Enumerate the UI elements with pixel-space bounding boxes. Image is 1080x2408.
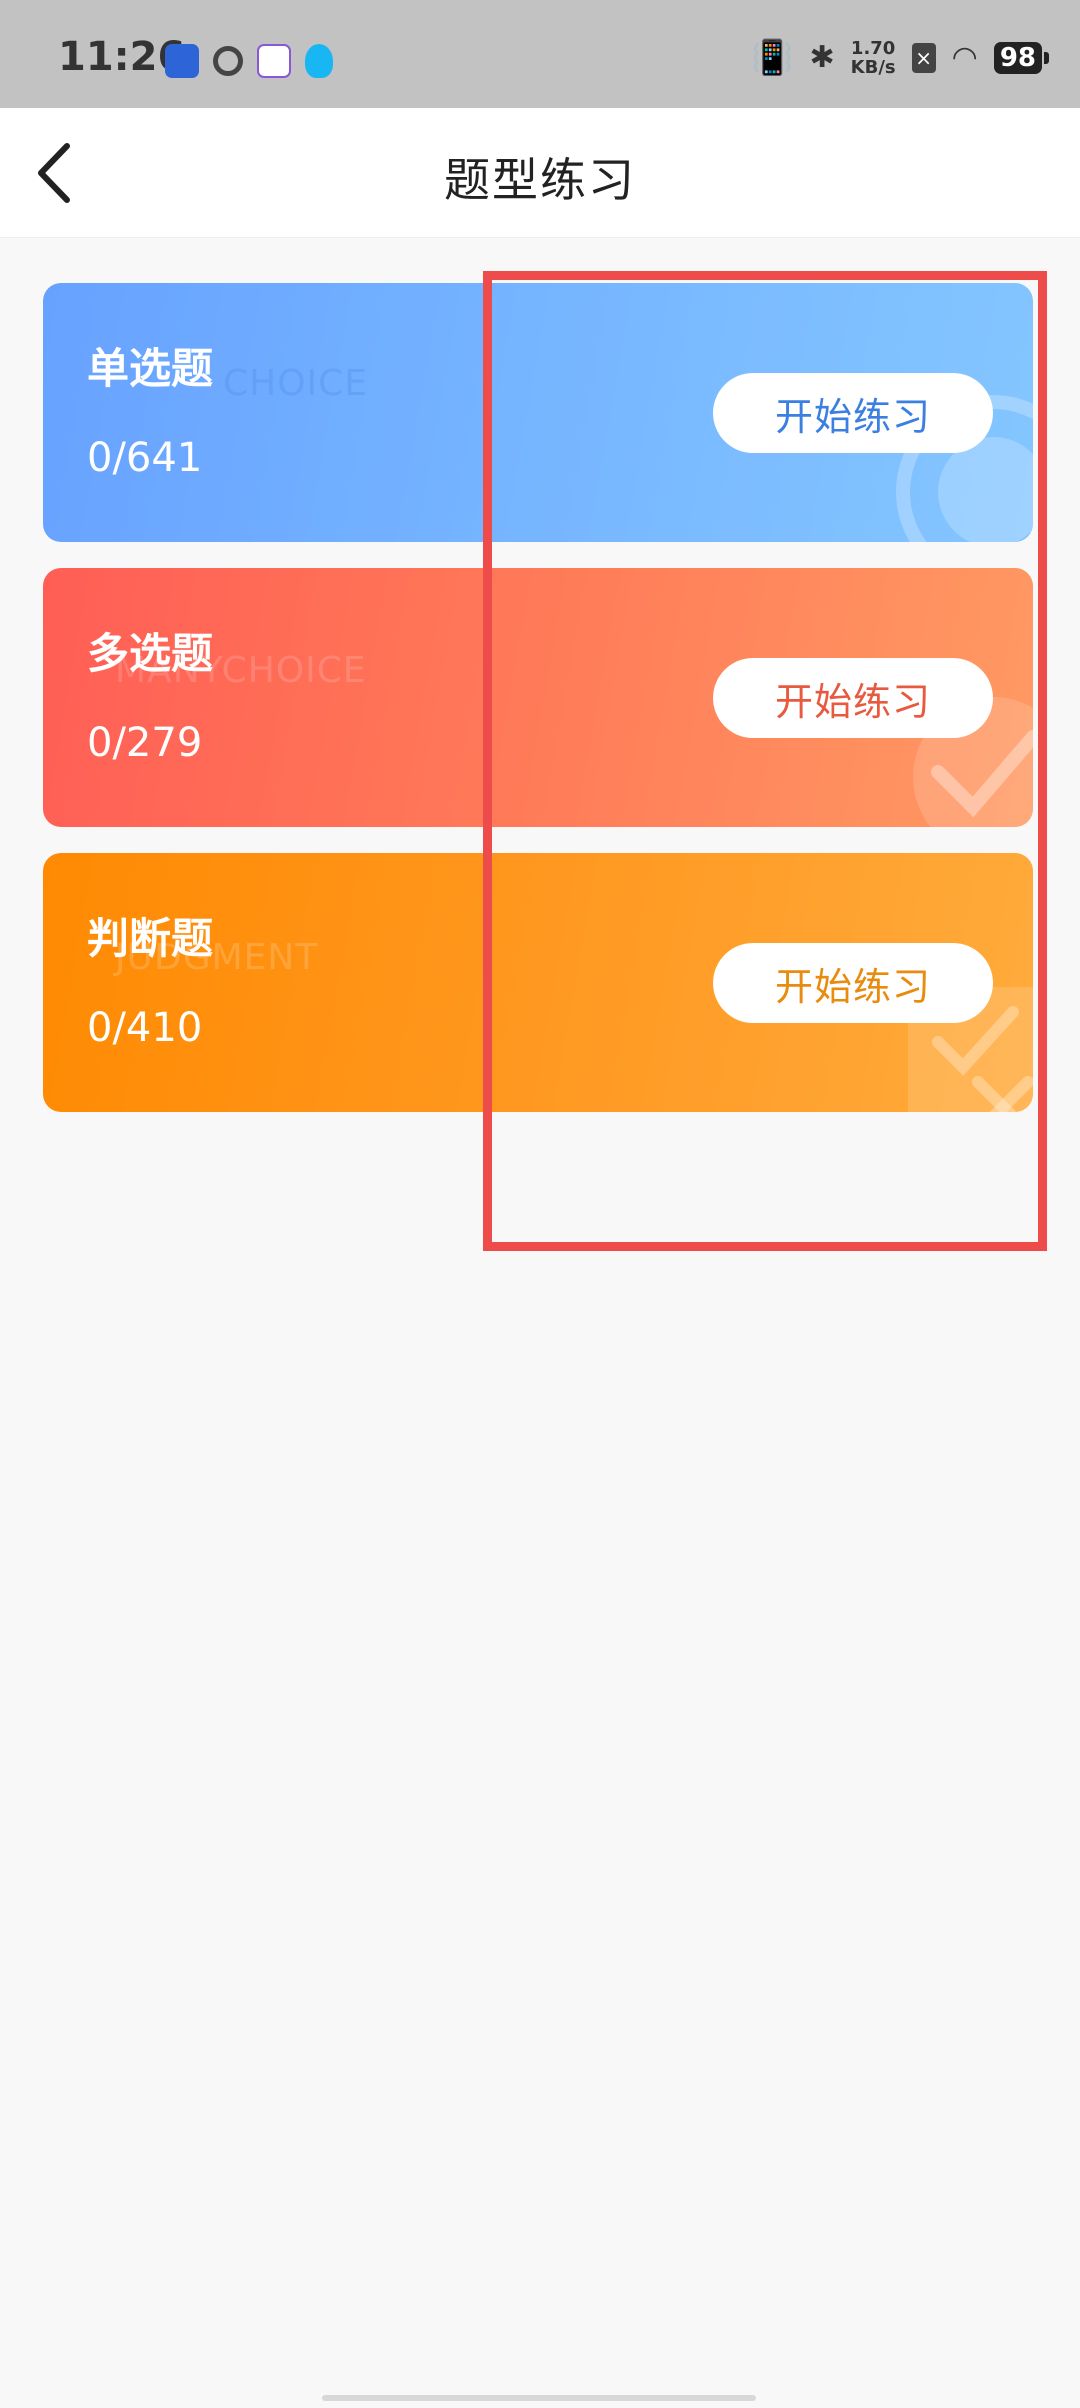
app-notification-icon <box>165 44 199 78</box>
qq-notification-icon <box>305 44 333 78</box>
highlight-annotation-box <box>483 271 1047 1251</box>
system-status-icons: 📳 ✱ 1.70 KB/s × ◠ 98 <box>751 38 1050 78</box>
page-title: 题型练习 <box>444 153 636 207</box>
status-bar: 11:26 📳 ✱ 1.70 KB/s × ◠ 98 <box>0 0 1080 108</box>
card-watermark: CHOICE <box>223 363 369 404</box>
app-notification-icon <box>213 46 243 76</box>
no-sim-icon: × <box>911 43 936 73</box>
top-nav-bar: 题型练习 <box>0 108 1080 238</box>
bluetooth-icon: ✱ <box>809 40 835 75</box>
card-title: 多选题 <box>87 629 214 678</box>
app-notification-icon <box>257 44 291 78</box>
home-indicator[interactable] <box>322 2395 756 2401</box>
notification-icons <box>165 44 333 78</box>
wifi-icon: ◠ <box>951 40 978 75</box>
progress-count: 0/410 <box>87 1005 203 1051</box>
network-speed: 1.70 KB/s <box>850 38 896 78</box>
battery-indicator: 98 <box>993 42 1050 74</box>
card-title: 单选题 <box>87 344 214 393</box>
card-title: 判断题 <box>87 914 214 963</box>
progress-count: 0/279 <box>87 720 203 766</box>
progress-count: 0/641 <box>87 435 203 481</box>
vibrate-icon: 📳 <box>751 38 794 78</box>
